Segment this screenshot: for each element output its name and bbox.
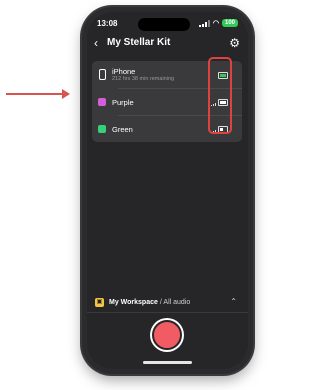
workspace-icon: ▣ [95, 298, 104, 307]
status-time: 13:08 [97, 19, 118, 28]
gear-icon[interactable]: ⚙ [229, 36, 240, 50]
home-indicator [143, 361, 192, 364]
annotation-highlight-box [208, 57, 232, 134]
divider [87, 312, 248, 313]
device-name: Purple [112, 97, 134, 107]
device-runtime: 212 hrs 38 min remaining [112, 76, 175, 82]
wifi-icon: ◠ [212, 20, 219, 27]
battery-indicator: 100 [221, 19, 238, 27]
chevron-left-icon[interactable]: ‹ [94, 36, 98, 50]
nav-header: ‹ My Stellar Kit ⚙ [94, 36, 240, 52]
phone-icon [99, 69, 106, 80]
status-bar: 13:08 ◠ 100 [97, 19, 238, 31]
page-title: My Stellar Kit [107, 37, 171, 48]
chevron-up-icon[interactable]: ⌃ [230, 297, 237, 306]
record-icon [152, 320, 182, 350]
color-swatch [98, 125, 106, 133]
annotation-arrow-head [62, 89, 70, 99]
workspace-scope: / All audio [159, 299, 191, 306]
device-name: Green [112, 124, 133, 134]
device-name: iPhone [112, 67, 136, 76]
workspace-name: My Workspace [109, 299, 158, 306]
cellular-signal-icon [198, 19, 210, 27]
color-swatch [98, 98, 106, 106]
record-button[interactable] [150, 318, 184, 352]
annotation-arrow [6, 93, 64, 95]
workspace-selector[interactable]: ▣ My Workspace / All audio ⌃ [92, 294, 243, 311]
